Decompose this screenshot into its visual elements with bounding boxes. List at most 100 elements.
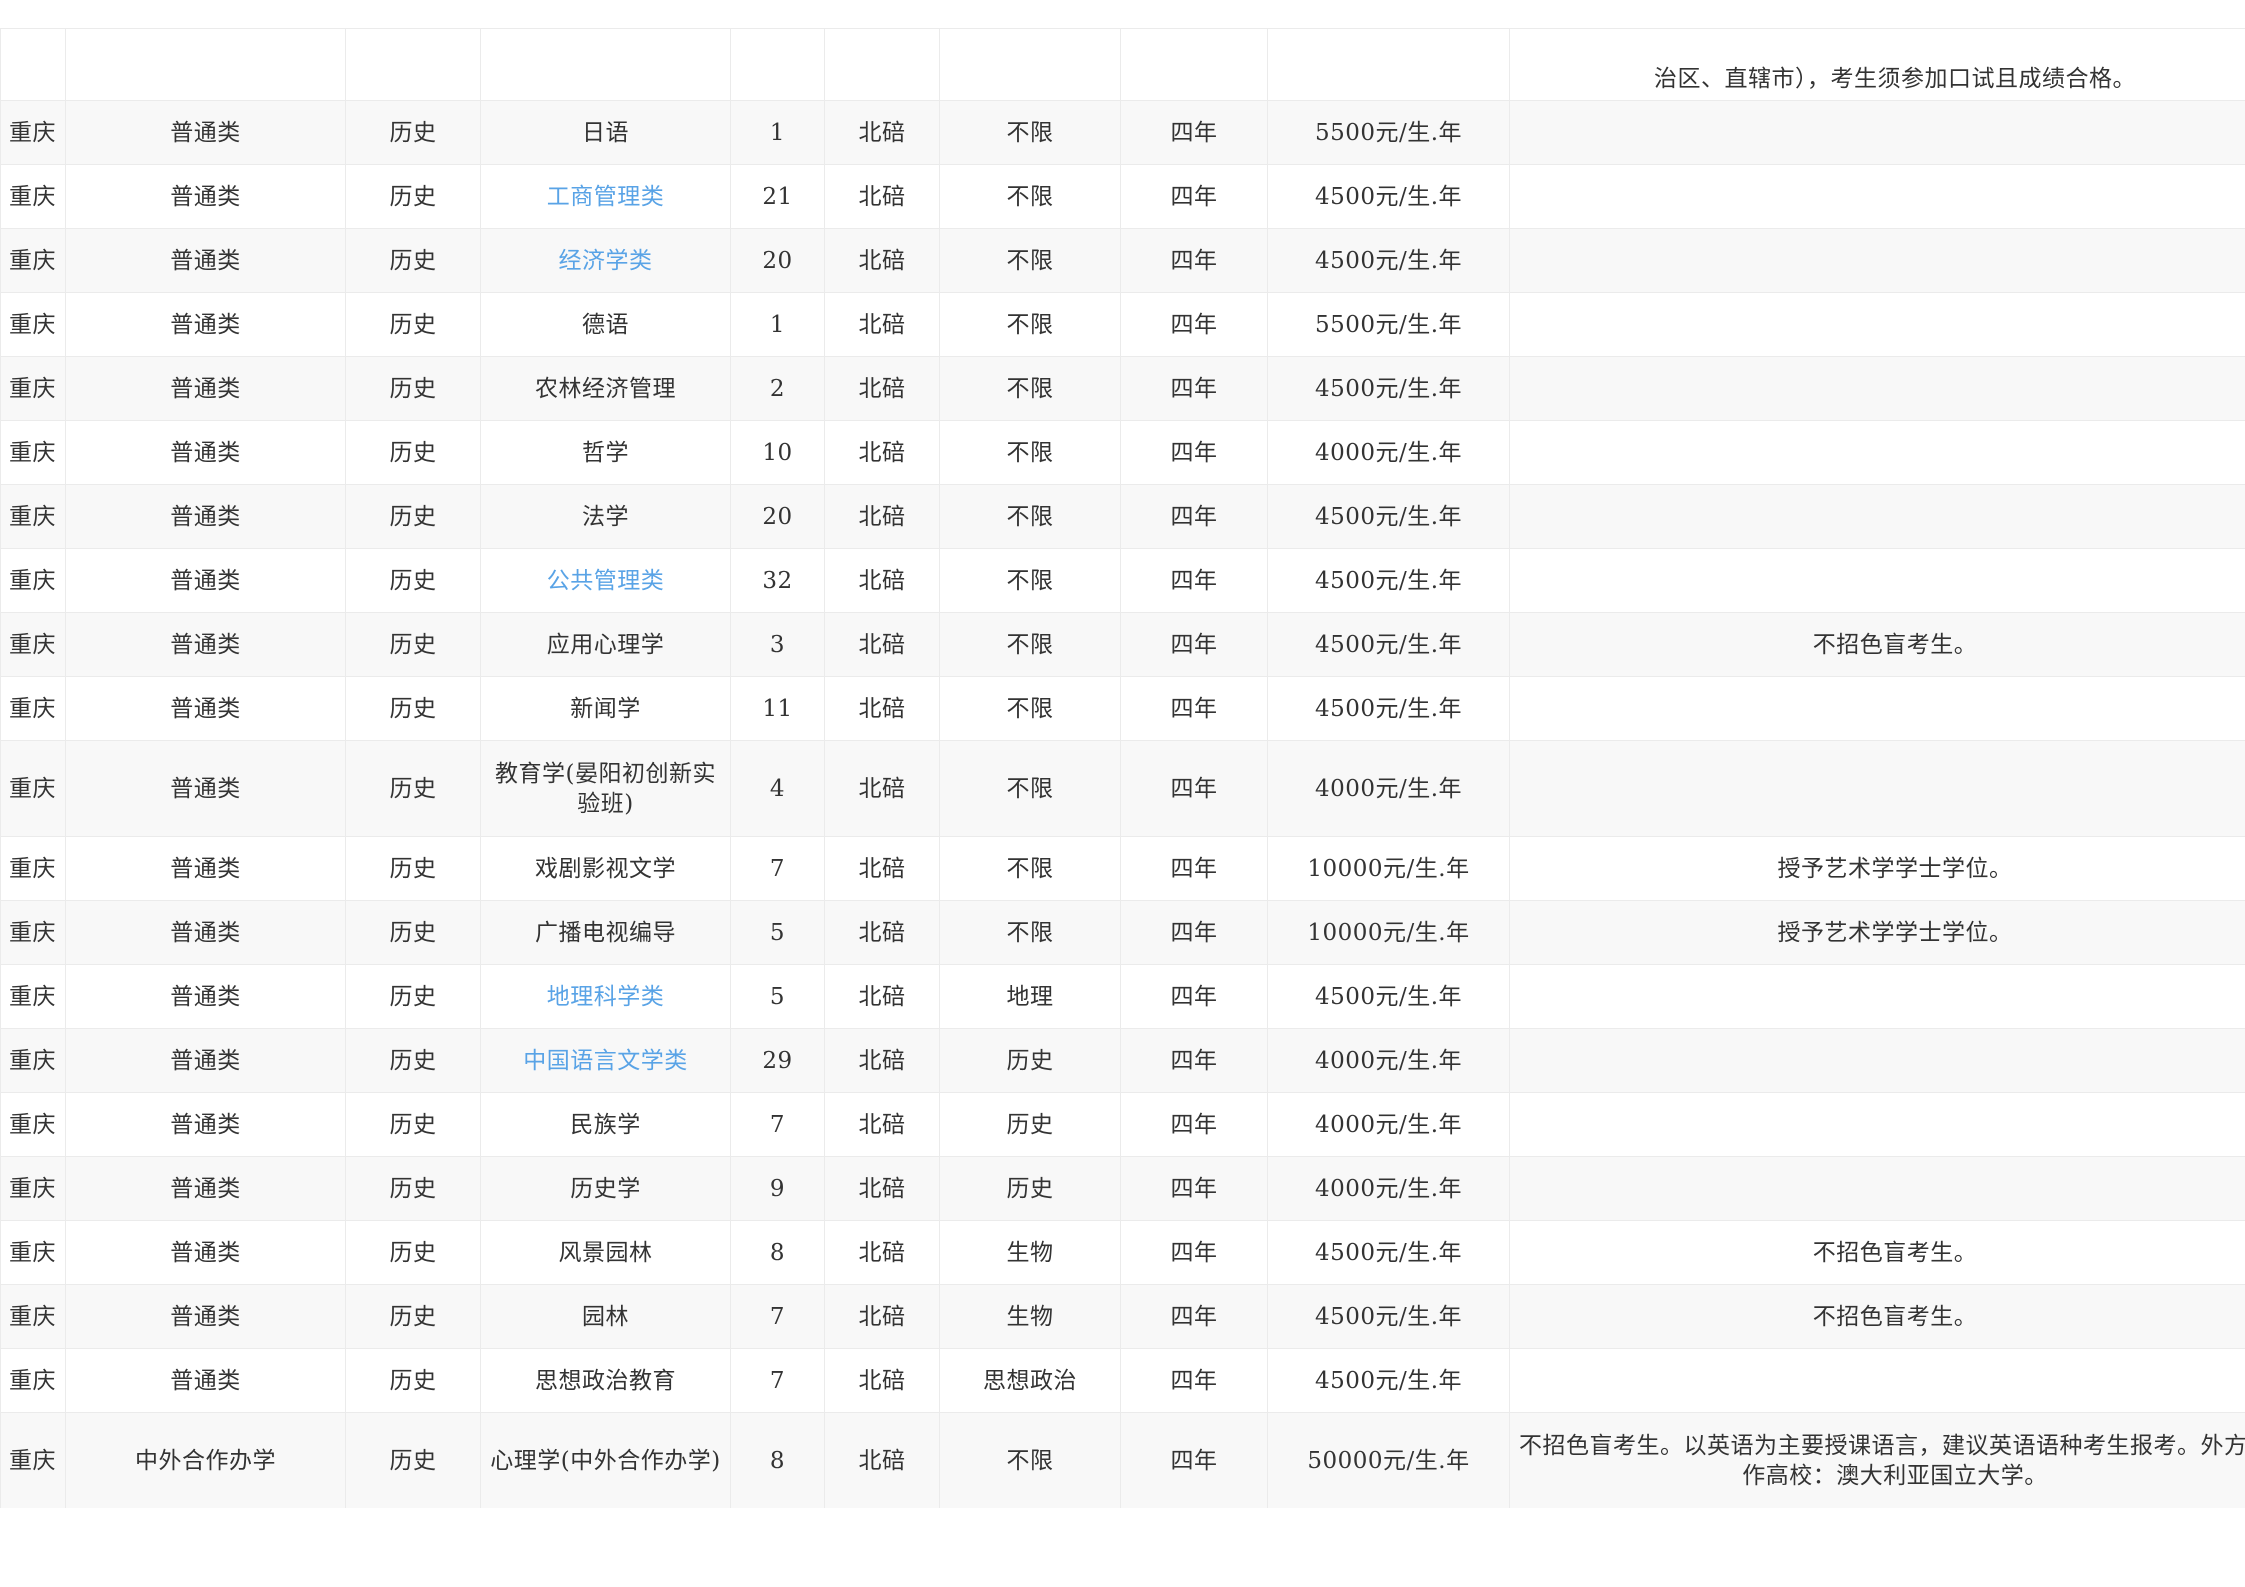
cell-fee: 4500元/生.年 [1267, 1348, 1510, 1413]
cell-type: 普通类 [65, 900, 346, 965]
table-row: 重庆 普通类 历史 思想政治教育 7 北碚 思想政治 四年 4500元/生.年 [0, 1348, 2245, 1413]
cell-requirement: 不限 [939, 1412, 1121, 1508]
cell-type: 普通类 [65, 420, 346, 485]
major-link[interactable]: 工商管理类 [547, 184, 665, 210]
cell-type: 普通类 [65, 356, 346, 421]
cell-subject: 历史 [345, 100, 481, 165]
cell-province: 重庆 [0, 548, 66, 613]
cell-subject: 历史 [345, 548, 481, 613]
major-link[interactable]: 经济学类 [559, 248, 653, 274]
cell-fee: 4500元/生.年 [1267, 1220, 1510, 1285]
cell-type: 普通类 [65, 292, 346, 357]
cell-note [1509, 1156, 2245, 1221]
cell-note [1509, 1028, 2245, 1093]
cell-fee: 4500元/生.年 [1267, 676, 1510, 741]
cell-requirement: 历史 [939, 1028, 1121, 1093]
major-link[interactable]: 中国语言文学类 [523, 1048, 688, 1074]
cell-years: 四年 [1120, 964, 1268, 1029]
cell-major: 日语 [480, 100, 731, 165]
table-row: 重庆 普通类 历史 戏剧影视文学 7 北碚 不限 四年 10000元/生.年 授予艺术学学士学位。 [0, 836, 2245, 901]
cell-province: 重庆 [0, 836, 66, 901]
cell-subject: 历史 [345, 1412, 481, 1508]
cell-subject: 历史 [345, 164, 481, 229]
admission-plan-table: 治区、直辖市），考生须参加口试且成绩合格。 重庆 普通类 历史 日语 1 北碚 不限 四年 55… [0, 28, 2245, 1508]
cell-campus: 北碚 [824, 484, 940, 549]
cell-campus: 北碚 [824, 1092, 940, 1157]
cell-type: 普通类 [65, 836, 346, 901]
cell-fee: 4500元/生.年 [1267, 612, 1510, 677]
cell-province: 重庆 [0, 484, 66, 549]
cell-requirement: 不限 [939, 612, 1121, 677]
cell-note [1509, 164, 2245, 229]
cell-major: 哲学 [480, 420, 731, 485]
cell-type: 普通类 [65, 1348, 346, 1413]
cell-subject: 历史 [345, 228, 481, 293]
cell-fee: 10000元/生.年 [1267, 836, 1510, 901]
cell-major: 新闻学 [480, 676, 731, 741]
cell-major: 广播电视编导 [480, 900, 731, 965]
major-link[interactable]: 公共管理类 [547, 568, 665, 594]
admission-plan-table-container: 治区、直辖市），考生须参加口试且成绩合格。 重庆 普通类 历史 日语 1 北碚 不限 四年 55… [0, 28, 2245, 1508]
cell-count: 4 [730, 740, 825, 837]
cell-requirement: 不限 [939, 292, 1121, 357]
cell-requirement: 不限 [939, 900, 1121, 965]
cell-subject: 历史 [345, 420, 481, 485]
cell-campus: 北碚 [824, 292, 940, 357]
cell-campus: 北碚 [824, 1156, 940, 1221]
cell-province: 重庆 [0, 612, 66, 677]
cell-subject: 历史 [345, 964, 481, 1029]
cell-subject: 历史 [345, 1156, 481, 1221]
cell-fee: 4500元/生.年 [1267, 548, 1510, 613]
cell-count: 5 [730, 900, 825, 965]
cell-subject: 历史 [345, 612, 481, 677]
cell-major: 经济学类 [480, 228, 731, 293]
major-link[interactable]: 地理科学类 [547, 984, 665, 1010]
cell-years: 四年 [1120, 1412, 1268, 1508]
cell-years: 四年 [1120, 1028, 1268, 1093]
cell-campus: 北碚 [824, 164, 940, 229]
cell-major: 民族学 [480, 1092, 731, 1157]
cell-province: 重庆 [0, 1092, 66, 1157]
cell-subject: 历史 [345, 292, 481, 357]
cell-campus: 北碚 [824, 1220, 940, 1285]
cell-years [1120, 28, 1268, 101]
cell-province: 重庆 [0, 164, 66, 229]
table-row: 重庆 普通类 历史 民族学 7 北碚 历史 四年 4000元/生.年 [0, 1092, 2245, 1157]
cell-fee: 50000元/生.年 [1267, 1412, 1510, 1508]
cell-fee: 4500元/生.年 [1267, 484, 1510, 549]
cell-note [1509, 420, 2245, 485]
cell-campus: 北碚 [824, 228, 940, 293]
cell-major: 历史学 [480, 1156, 731, 1221]
cell-fee: 4500元/生.年 [1267, 228, 1510, 293]
table-row: 重庆 普通类 历史 工商管理类 21 北碚 不限 四年 4500元/生.年 [0, 164, 2245, 229]
cell-campus: 北碚 [824, 1412, 940, 1508]
cell-requirement: 不限 [939, 548, 1121, 613]
table-row: 重庆 普通类 历史 德语 1 北碚 不限 四年 5500元/生.年 [0, 292, 2245, 357]
cell-years: 四年 [1120, 612, 1268, 677]
cell-type: 普通类 [65, 1092, 346, 1157]
cell-years: 四年 [1120, 1220, 1268, 1285]
cell-note [1509, 740, 2245, 837]
cell-count: 3 [730, 612, 825, 677]
cell-subject: 历史 [345, 1092, 481, 1157]
cell-major: 公共管理类 [480, 548, 731, 613]
cell-requirement: 不限 [939, 228, 1121, 293]
cell-major: 中国语言文学类 [480, 1028, 731, 1093]
cell-type: 普通类 [65, 548, 346, 613]
cell-note [1509, 484, 2245, 549]
cell-subject: 历史 [345, 484, 481, 549]
cell-province: 重庆 [0, 100, 66, 165]
cell-requirement [939, 28, 1121, 101]
table-row: 重庆 普通类 历史 法学 20 北碚 不限 四年 4500元/生.年 [0, 484, 2245, 549]
cell-count: 32 [730, 548, 825, 613]
cell-major: 农林经济管理 [480, 356, 731, 421]
cell-note: 不招色盲考生。 [1509, 1220, 2245, 1285]
cell-fee: 4000元/生.年 [1267, 740, 1510, 837]
cell-type [65, 28, 346, 101]
cell-count: 7 [730, 1348, 825, 1413]
table-row: 重庆 普通类 历史 应用心理学 3 北碚 不限 四年 4500元/生.年 不招色盲考生。 [0, 612, 2245, 677]
cell-requirement: 生物 [939, 1220, 1121, 1285]
cell-type: 普通类 [65, 964, 346, 1029]
cell-campus: 北碚 [824, 548, 940, 613]
cell-province: 重庆 [0, 964, 66, 1029]
